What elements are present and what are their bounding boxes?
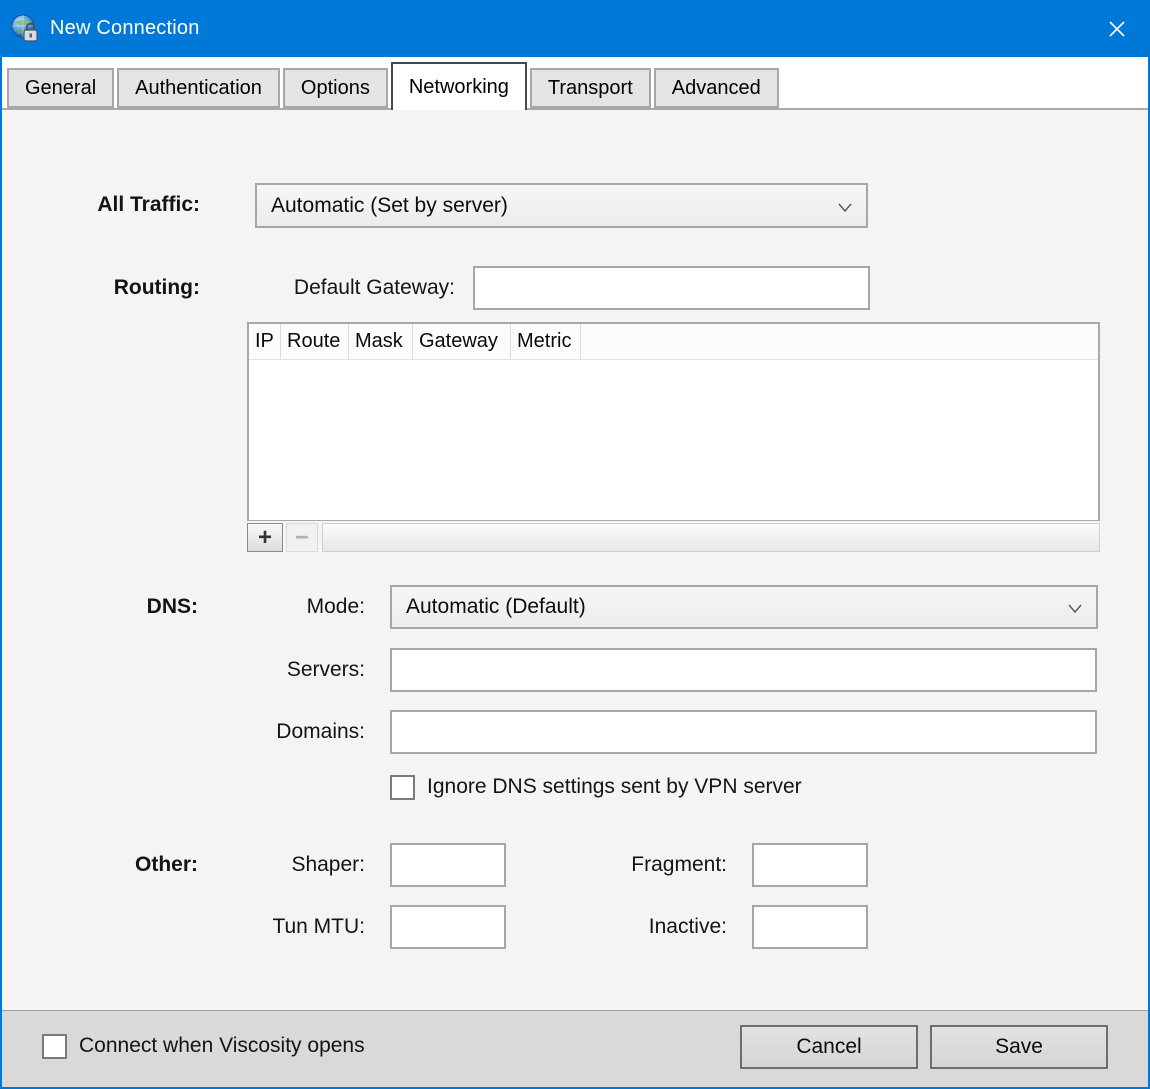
shaper-input[interactable] xyxy=(390,843,506,887)
footer-bar: Connect when Viscosity opens Cancel Save xyxy=(2,1010,1148,1087)
shaper-label: Shaper: xyxy=(165,843,365,887)
tab-general[interactable]: General xyxy=(7,68,114,108)
dns-mode-label: Mode: xyxy=(165,585,365,629)
title-bar: New Connection xyxy=(2,0,1148,57)
dns-domains-input[interactable] xyxy=(390,710,1097,754)
chevron-down-icon xyxy=(838,194,852,218)
ignore-dns-checkbox[interactable] xyxy=(390,775,415,800)
add-route-button[interactable]: + xyxy=(247,523,283,552)
column-header-ip[interactable]: IP xyxy=(249,324,281,359)
default-gateway-label: Default Gateway: xyxy=(242,266,455,310)
all-traffic-value: Automatic (Set by server) xyxy=(271,194,508,218)
column-header-metric[interactable]: Metric xyxy=(511,324,581,359)
viscosity-globe-lock-icon xyxy=(10,14,40,44)
tab-options[interactable]: Options xyxy=(283,68,388,108)
close-icon[interactable] xyxy=(1086,0,1148,57)
connect-on-open-label: Connect when Viscosity opens xyxy=(79,1034,365,1058)
remove-route-button[interactable]: − xyxy=(286,523,318,552)
horizontal-scrollbar[interactable] xyxy=(322,523,1100,552)
tab-authentication[interactable]: Authentication xyxy=(117,68,280,108)
tab-transport[interactable]: Transport xyxy=(530,68,651,108)
tab-networking[interactable]: Networking xyxy=(391,62,527,110)
ignore-dns-checkbox-row: Ignore DNS settings sent by VPN server xyxy=(390,773,802,801)
inactive-input[interactable] xyxy=(752,905,868,949)
dns-domains-label: Domains: xyxy=(165,710,365,754)
cancel-button[interactable]: Cancel xyxy=(740,1025,918,1069)
routes-table[interactable]: IP Route Mask Gateway Metric xyxy=(247,322,1100,521)
routing-label: Routing: xyxy=(2,266,200,310)
routes-table-header: IP Route Mask Gateway Metric xyxy=(249,324,1098,360)
fragment-input[interactable] xyxy=(752,843,868,887)
tun-mtu-input[interactable] xyxy=(390,905,506,949)
dns-mode-select[interactable]: Automatic (Default) xyxy=(390,585,1098,629)
connect-checkbox-row: Connect when Viscosity opens xyxy=(42,1032,365,1060)
dialog-window: New Connection General Authentication Op… xyxy=(0,0,1150,1089)
default-gateway-input[interactable] xyxy=(473,266,870,310)
inactive-label: Inactive: xyxy=(527,905,727,949)
dns-servers-label: Servers: xyxy=(165,648,365,692)
tab-advanced[interactable]: Advanced xyxy=(654,68,779,108)
all-traffic-select[interactable]: Automatic (Set by server) xyxy=(255,183,868,228)
tab-bar: General Authentication Options Networkin… xyxy=(2,57,1148,108)
routes-toolbar: + − xyxy=(247,523,1100,552)
plus-icon: + xyxy=(258,526,272,550)
connect-on-open-checkbox[interactable] xyxy=(42,1034,67,1059)
all-traffic-label: All Traffic: xyxy=(2,183,200,227)
fragment-label: Fragment: xyxy=(527,843,727,887)
window-title: New Connection xyxy=(50,17,200,40)
chevron-down-icon xyxy=(1068,595,1082,619)
dns-servers-input[interactable] xyxy=(390,648,1097,692)
networking-pane: All Traffic: Automatic (Set by server) R… xyxy=(2,108,1148,1010)
minus-icon: − xyxy=(295,526,309,550)
save-button[interactable]: Save xyxy=(930,1025,1108,1069)
column-header-gateway[interactable]: Gateway xyxy=(413,324,511,359)
column-header-route[interactable]: Route xyxy=(281,324,349,359)
ignore-dns-checkbox-label: Ignore DNS settings sent by VPN server xyxy=(427,775,802,799)
routes-table-body[interactable] xyxy=(249,360,1098,520)
tun-mtu-label: Tun MTU: xyxy=(165,905,365,949)
dns-mode-value: Automatic (Default) xyxy=(406,595,586,619)
column-header-mask[interactable]: Mask xyxy=(349,324,413,359)
